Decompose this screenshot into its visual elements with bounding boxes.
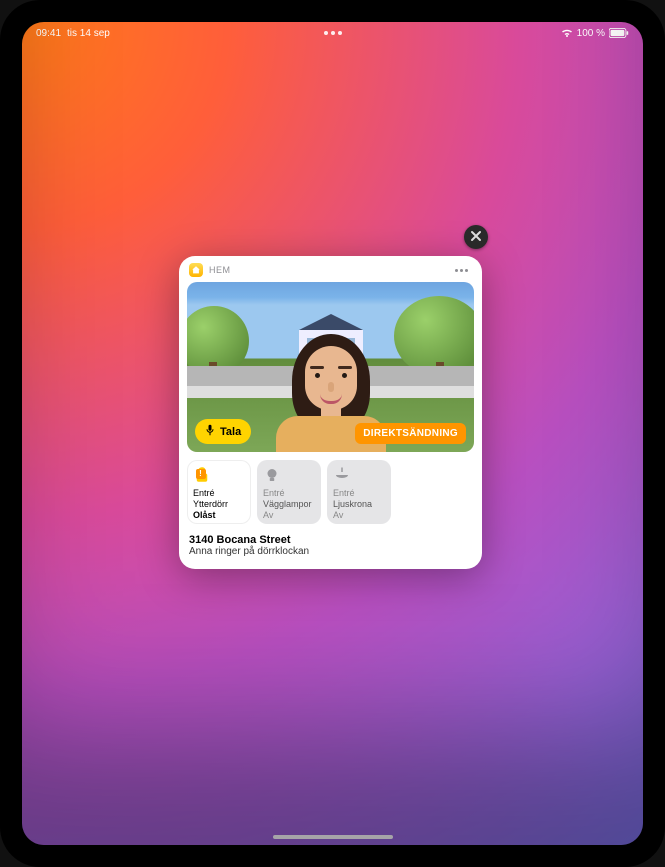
multitasking-dots[interactable]: [324, 31, 342, 35]
accessory-state: Olåst: [193, 510, 216, 521]
microphone-icon: [205, 424, 215, 439]
notification-more-button[interactable]: [451, 267, 472, 274]
accessory-tile-front-door-lock[interactable]: ! Entré Ytterdörr Olåst: [187, 460, 251, 524]
home-indicator[interactable]: [273, 835, 393, 839]
notification-message: Anna ringer på dörrklockan: [189, 546, 472, 557]
status-battery-text: 100 %: [577, 28, 605, 39]
home-app-icon: [189, 263, 203, 277]
live-badge: DIREKTSÄNDNING: [355, 423, 466, 444]
chandelier-icon: [333, 466, 351, 484]
ipad-frame: 09:41 tis 14 sep 100 %: [0, 0, 665, 867]
accessory-name: Vägglampor: [263, 499, 312, 510]
accessory-room: Entré: [263, 488, 285, 499]
accessory-tiles: ! Entré Ytterdörr Olåst Entré Vägglampor…: [179, 452, 482, 530]
wifi-icon: [561, 28, 573, 38]
status-time: 09:41: [36, 28, 61, 39]
notification-header: HEM: [179, 256, 482, 282]
close-button[interactable]: [464, 225, 488, 249]
talk-button[interactable]: Tala: [195, 419, 251, 444]
notification-address: 3140 Bocana Street: [189, 534, 472, 546]
scene-tree: [394, 296, 474, 376]
notification-footer: 3140 Bocana Street Anna ringer på dörrkl…: [179, 530, 482, 557]
talk-button-label: Tala: [220, 426, 241, 438]
warning-badge: !: [196, 469, 206, 479]
close-icon: [470, 230, 482, 245]
lock-open-icon: !: [193, 466, 211, 484]
accessory-room: Entré: [193, 488, 215, 499]
bulb-icon: [263, 466, 281, 484]
status-bar: 09:41 tis 14 sep 100 %: [22, 22, 643, 44]
accessory-state: Av: [263, 510, 273, 521]
doorbell-camera-feed[interactable]: Tala DIREKTSÄNDNING: [187, 282, 474, 452]
accessory-room: Entré: [333, 488, 355, 499]
accessory-name: Ljuskrona: [333, 499, 372, 510]
live-badge-label: DIREKTSÄNDNING: [363, 428, 458, 439]
battery-icon: [609, 28, 629, 38]
doorbell-notification-card: HEM: [179, 256, 482, 569]
lock-screen: 09:41 tis 14 sep 100 %: [22, 22, 643, 845]
accessory-tile-wall-lamps[interactable]: Entré Vägglampor Av: [257, 460, 321, 524]
status-date: tis 14 sep: [67, 28, 110, 39]
notification-app-label: HEM: [209, 265, 231, 275]
accessory-name: Ytterdörr: [193, 499, 228, 510]
accessory-state: Av: [333, 510, 343, 521]
accessory-tile-chandelier[interactable]: Entré Ljuskrona Av: [327, 460, 391, 524]
